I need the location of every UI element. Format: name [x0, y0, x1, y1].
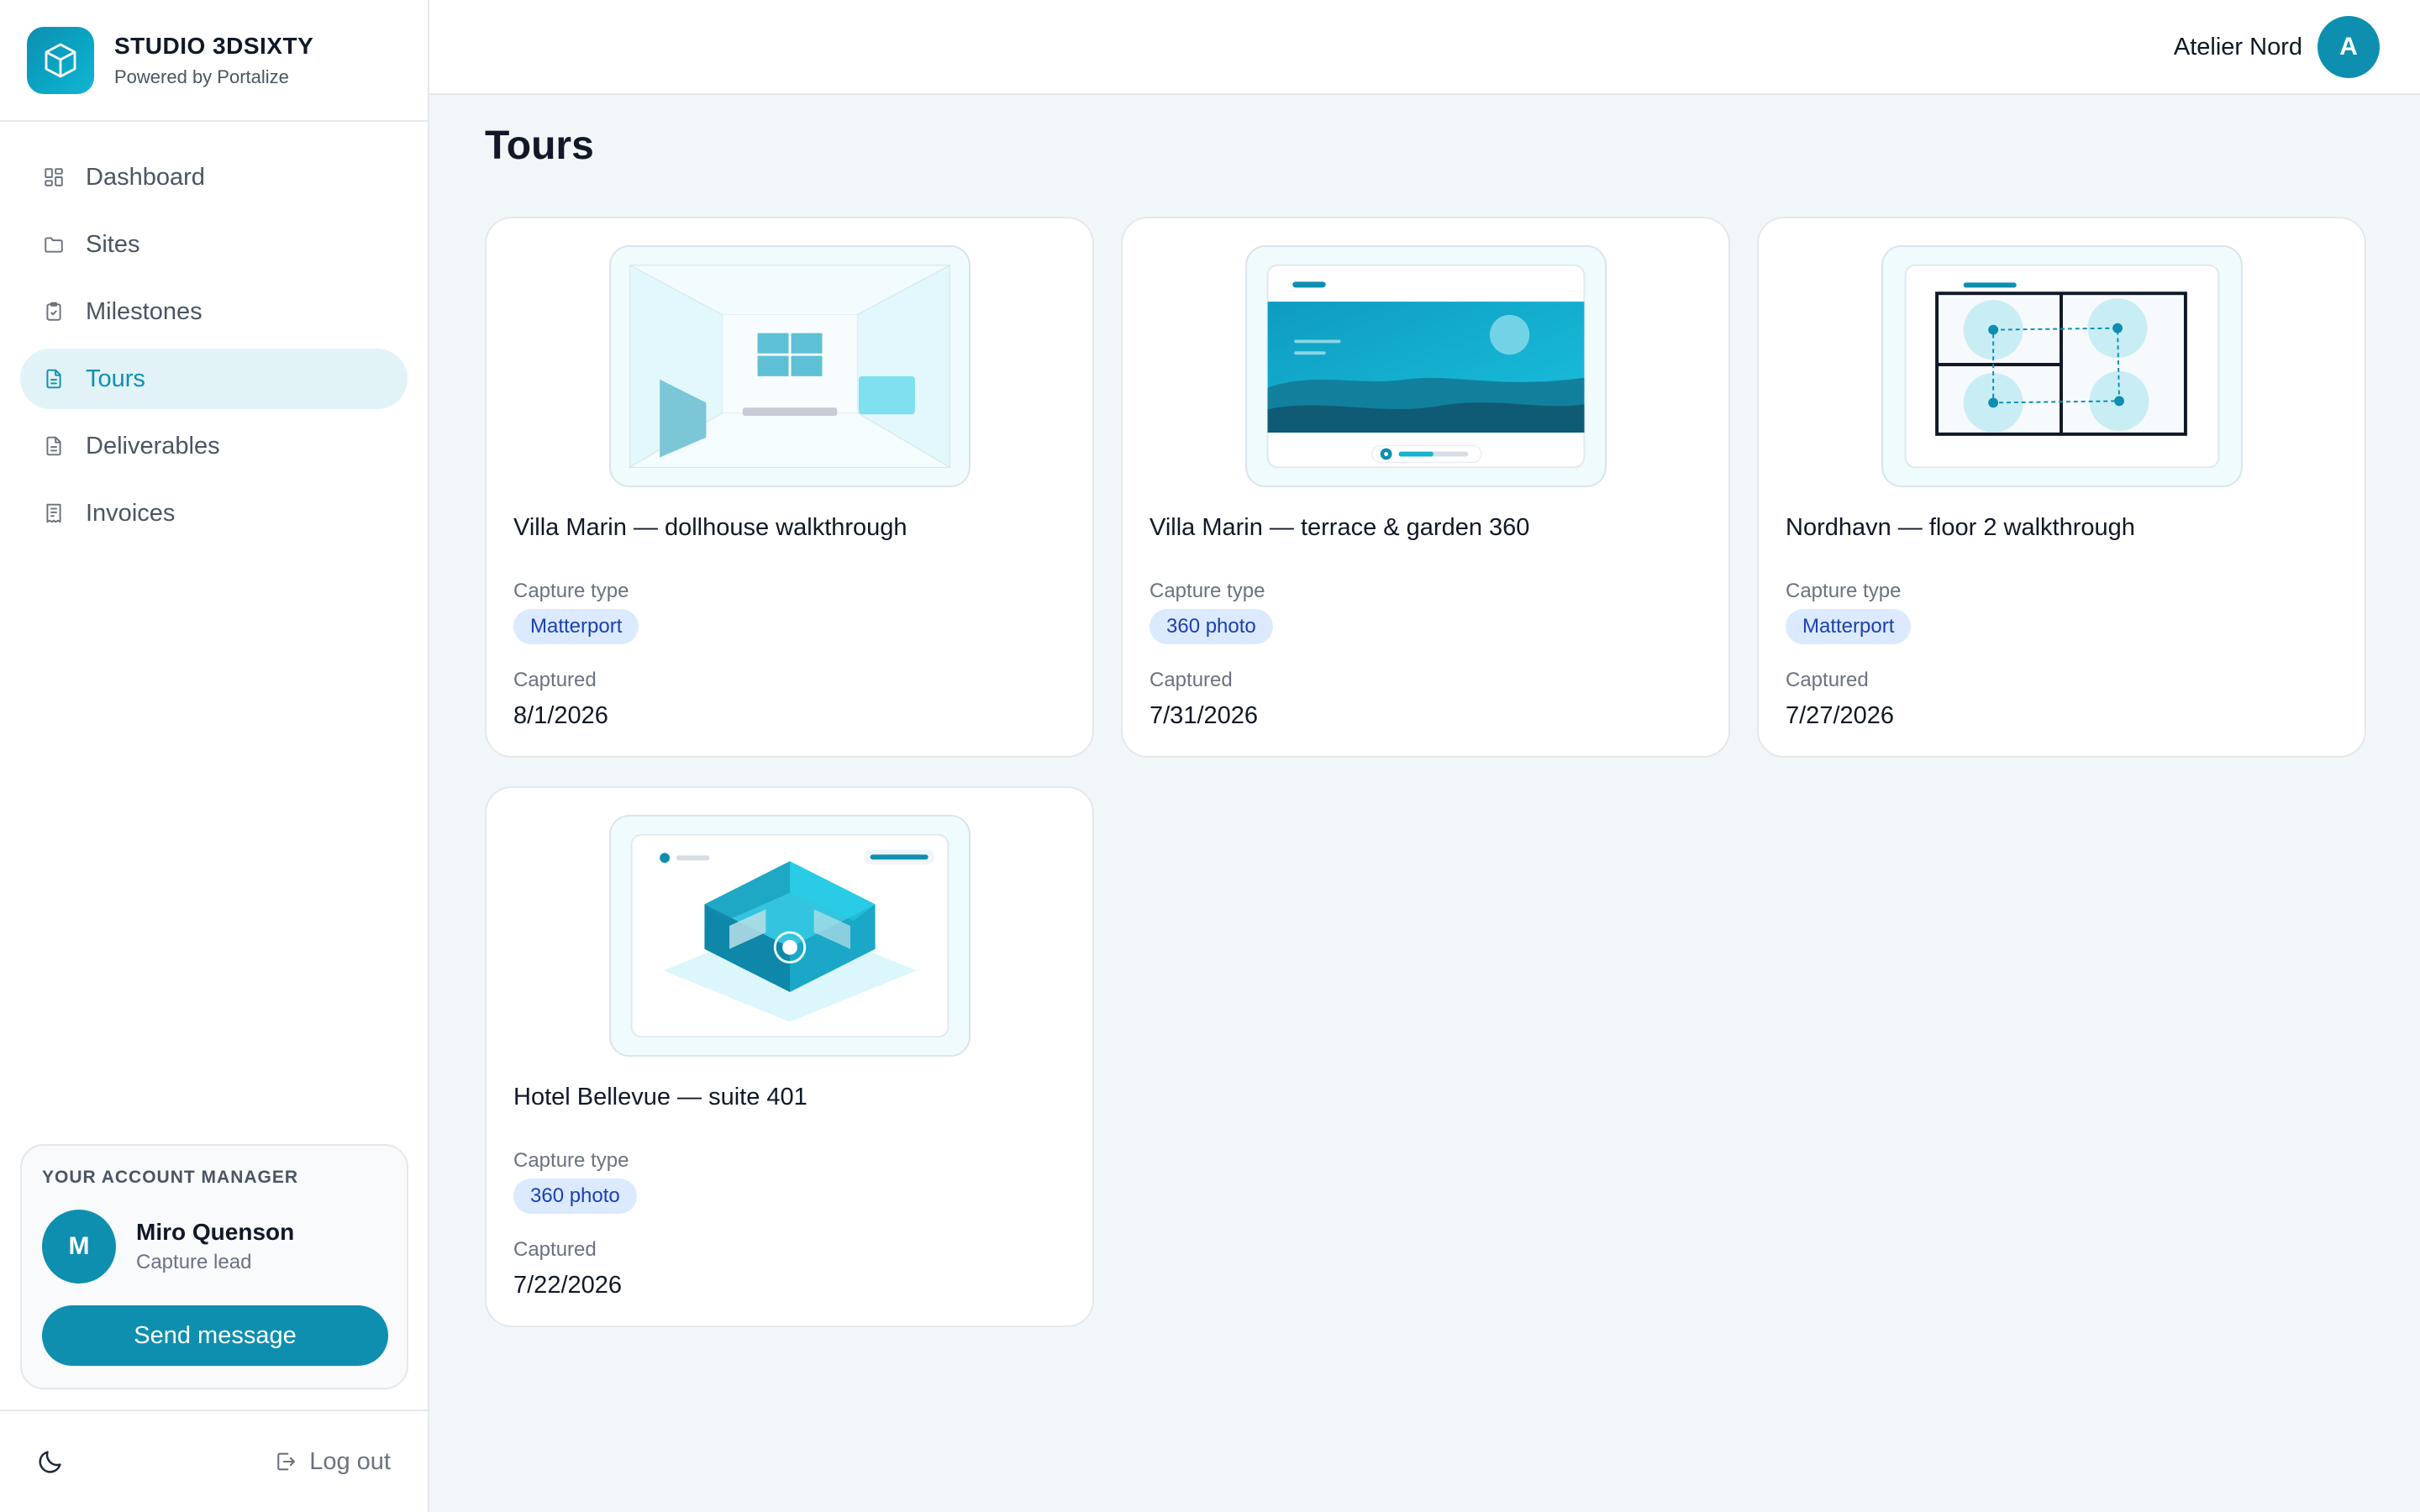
sidebar-item-invoices[interactable]: Invoices [20, 483, 408, 543]
sidebar-item-label: Invoices [86, 499, 176, 527]
receipt-icon [40, 500, 67, 527]
sidebar-item-sites[interactable]: Sites [20, 214, 408, 275]
document-icon [40, 433, 67, 459]
tour-thumbnail-isometric-room [609, 815, 971, 1057]
account-menu[interactable]: Atelier Nord A [2174, 16, 2380, 78]
tour-card[interactable]: Villa Marin — terrace & garden 360 Captu… [1121, 217, 1730, 758]
captured-date: 7/31/2026 [1150, 702, 1259, 729]
cube-icon [27, 26, 94, 94]
tour-thumbnail-panorama [1245, 245, 1607, 487]
account-manager-label: YOUR ACCOUNT MANAGER [42, 1168, 299, 1187]
top-bar: Atelier Nord A [429, 0, 2420, 95]
capture-type-badge: 360 photo [1150, 609, 1273, 644]
account-manager-card: YOUR ACCOUNT MANAGER M Miro Quenson Capt… [20, 1144, 408, 1389]
account-name: Atelier Nord [2173, 33, 2302, 60]
clipboard-check-icon [40, 298, 67, 325]
avatar[interactable]: A [2317, 16, 2380, 78]
brand: STUDIO 3DSIXTY Powered by Portalize [0, 0, 428, 122]
sidebar-item-tours[interactable]: Tours [20, 349, 408, 409]
sidebar-item-label: Tours [86, 365, 145, 392]
tour-thumbnail-floor-plan [1881, 245, 2243, 487]
capture-type-label: Capture type [1150, 580, 1265, 602]
capture-type-badge: Matterport [1786, 609, 1912, 644]
avatar: M [42, 1210, 116, 1284]
tour-title: Villa Marin — dollhouse walkthrough [513, 514, 908, 541]
captured-label: Captured [1150, 669, 1233, 691]
tour-card[interactable]: Hotel Bellevue — suite 401 Capture type … [485, 786, 1094, 1327]
captured-date: 7/22/2026 [513, 1272, 623, 1299]
send-message-button[interactable]: Send message [42, 1305, 388, 1366]
logout-icon [274, 1450, 297, 1473]
sidebar-item-dashboard[interactable]: Dashboard [20, 147, 408, 207]
captured-label: Captured [1786, 669, 1869, 691]
folder-icon [40, 231, 67, 258]
sidebar: STUDIO 3DSIXTY Powered by Portalize Dash… [0, 0, 429, 1512]
capture-type-label: Capture type [1786, 580, 1902, 602]
tour-title: Nordhavn — floor 2 walkthrough [1786, 514, 2135, 541]
captured-date: 8/1/2026 [513, 702, 608, 729]
captured-date: 7/27/2026 [1786, 702, 1895, 729]
dashboard-icon [40, 164, 67, 191]
tour-title: Villa Marin — terrace & garden 360 [1150, 514, 1530, 541]
tour-thumbnail-room [609, 245, 971, 487]
capture-type-label: Capture type [513, 580, 629, 602]
capture-type-label: Capture type [513, 1149, 629, 1172]
logout-button[interactable]: Log out [274, 1448, 391, 1476]
sidebar-item-label: Milestones [86, 297, 203, 325]
sidebar-footer: Log out [0, 1410, 428, 1512]
sidebar-nav: Dashboard Sites Milestones Tours Deliver… [0, 122, 428, 543]
tour-card[interactable]: Nordhavn — floor 2 walkthrough Capture t… [1757, 217, 2366, 758]
document-icon [40, 365, 67, 392]
tour-title: Hotel Bellevue — suite 401 [513, 1084, 808, 1110]
manager-role: Capture lead [136, 1251, 252, 1273]
manager-name: Miro Quenson [136, 1219, 295, 1245]
sidebar-item-label: Deliverables [86, 432, 220, 459]
logout-label: Log out [309, 1447, 391, 1475]
captured-label: Captured [513, 669, 597, 691]
brand-subtitle: Powered by Portalize [114, 66, 289, 87]
tour-card[interactable]: Villa Marin — dollhouse walkthrough Capt… [485, 217, 1094, 758]
capture-type-badge: Matterport [513, 609, 639, 644]
sidebar-item-deliverables[interactable]: Deliverables [20, 416, 408, 476]
capture-type-badge: 360 photo [513, 1179, 637, 1214]
sidebar-item-label: Dashboard [86, 163, 205, 191]
brand-title: STUDIO 3DSIXTY [114, 32, 314, 59]
moon-icon[interactable] [34, 1445, 67, 1478]
sidebar-item-milestones[interactable]: Milestones [20, 281, 408, 342]
page-title: Tours [485, 123, 594, 168]
captured-label: Captured [513, 1238, 597, 1261]
sidebar-item-label: Sites [86, 230, 140, 258]
